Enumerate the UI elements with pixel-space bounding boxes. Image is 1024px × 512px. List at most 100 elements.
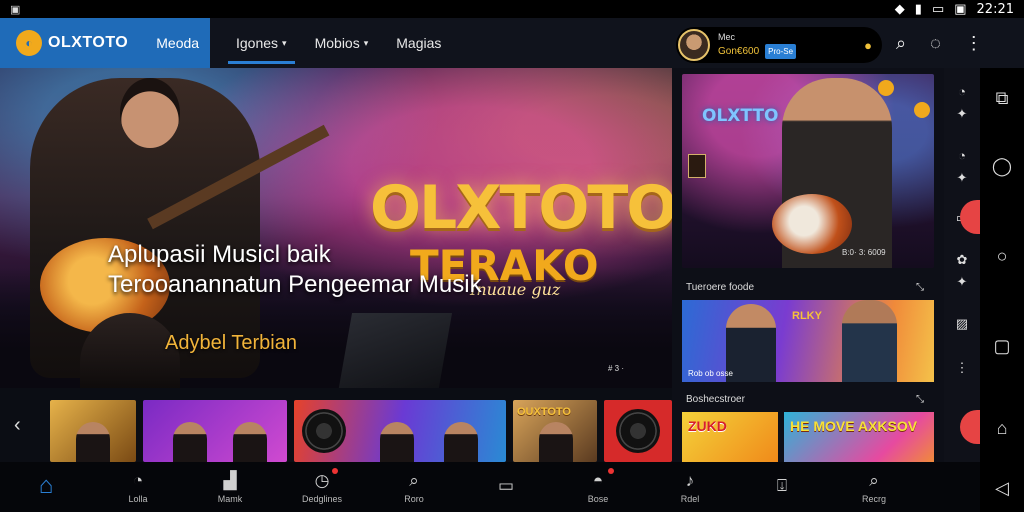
thumbnail-card[interactable] bbox=[604, 400, 672, 462]
download-icon[interactable]: ▨ bbox=[944, 316, 980, 332]
content-card-row: ZUKD HE MOVE AXKSOV bbox=[682, 412, 934, 462]
mixer-image bbox=[337, 313, 453, 388]
search-icon[interactable]: ⌕ bbox=[896, 33, 906, 54]
cast-icon: ▣ bbox=[954, 1, 967, 16]
search-icon: ⌕ bbox=[409, 471, 419, 490]
featured-title: OLXTTO bbox=[702, 106, 779, 126]
bottom-nav-recrg[interactable]: ⌕ Recrg bbox=[828, 462, 920, 512]
status-clock: 22:21 bbox=[976, 1, 1014, 17]
settings-icon[interactable]: ◌ bbox=[930, 33, 941, 54]
screenshot-icon[interactable]: ⧉ bbox=[980, 88, 1024, 109]
side-rail: ◔ ✦ ◔ ✦ ▭ ✿ ✦ ▨ ⋮ bbox=[944, 68, 980, 462]
more-vertical-icon[interactable]: ⋮ bbox=[965, 33, 983, 54]
featured-card[interactable]: OLXTTO B:0· 3: 6009 bbox=[682, 74, 934, 268]
tab-mobios[interactable]: Mobios ▾ bbox=[301, 18, 383, 68]
badge-icon bbox=[878, 80, 894, 96]
nav-tabs: Igones ▾ Mobios ▾ Magias bbox=[222, 18, 455, 68]
search-icon: ⌕ bbox=[869, 471, 879, 490]
clock-icon[interactable]: ◔ bbox=[944, 148, 980, 163]
system-nav-column: ⧉ ◯ ○ ▢ ⌂ ◁ bbox=[980, 68, 1024, 512]
badge-icon bbox=[914, 102, 930, 118]
tab-igones[interactable]: Igones ▾ bbox=[222, 18, 301, 68]
battery-icon: ▭ bbox=[931, 1, 945, 16]
location-pin-icon[interactable]: ● bbox=[864, 38, 872, 53]
content-card[interactable]: ZUKD bbox=[682, 412, 778, 462]
recents-icon[interactable]: ▢ bbox=[980, 336, 1024, 357]
power-icon[interactable]: ◯ bbox=[980, 156, 1024, 177]
home-circle-icon[interactable]: ○ bbox=[980, 246, 1024, 267]
bottom-nav-home[interactable]: ⌂ bbox=[0, 462, 92, 512]
card-footer: Rob ob osse bbox=[688, 369, 733, 378]
brand-block[interactable]: ◐ OLXTOTO Meoda bbox=[0, 18, 210, 68]
notification-dot bbox=[332, 468, 338, 474]
tabs-icon: ▭ bbox=[497, 476, 515, 495]
avatar[interactable] bbox=[678, 29, 710, 61]
home-icon: ⌂ bbox=[38, 472, 54, 499]
chevron-down-icon: ▾ bbox=[363, 37, 369, 48]
expand-icon[interactable]: ⤡ bbox=[916, 282, 924, 293]
featured-guitar-image bbox=[772, 194, 852, 254]
library-icon: ▟ bbox=[223, 471, 237, 490]
notification-tab[interactable] bbox=[960, 410, 980, 444]
star-icon[interactable]: ✦ bbox=[944, 170, 980, 186]
right-panel: OLXTTO B:0· 3: 6009 Tueroere foode ⤡ RLK… bbox=[672, 68, 944, 462]
star-icon[interactable]: ✦ bbox=[944, 106, 980, 122]
clock-icon[interactable]: ◔ bbox=[944, 84, 980, 99]
chevron-left-icon[interactable]: ‹ bbox=[14, 414, 21, 437]
hero-banner[interactable]: OLXTOTO TERAKO Inuaue guz Aplupasii Musi… bbox=[0, 68, 672, 388]
brand-logo-icon: ◐ bbox=[16, 30, 42, 56]
chevron-down-icon: ▾ bbox=[282, 37, 287, 48]
content-card[interactable]: HE MOVE AXKSOV bbox=[784, 412, 934, 462]
bottom-nav-roro[interactable]: ⌕ Roro bbox=[368, 462, 460, 512]
featured-code: B:0· 3: 6009 bbox=[842, 248, 886, 257]
tab-meoda[interactable]: Meoda bbox=[156, 35, 199, 51]
bottom-nav-lolla[interactable]: ◔ Lolla bbox=[92, 462, 184, 512]
notification-dot bbox=[608, 468, 614, 474]
thumbnail-rail: ‹ OUXTOTO bbox=[0, 388, 672, 462]
gear-icon[interactable]: ✿ bbox=[944, 252, 980, 268]
hero-logo: OLXTOTO bbox=[370, 173, 672, 243]
card-tag: RLKY bbox=[792, 310, 822, 322]
section-header: Tueroere foode ⤡ bbox=[686, 282, 924, 293]
bookmark-icon[interactable] bbox=[688, 154, 706, 178]
signal-icon: ▮ bbox=[914, 1, 922, 16]
bottom-nav-bose[interactable]: ◓ Bose bbox=[552, 462, 644, 512]
star-icon[interactable]: ✦ bbox=[944, 274, 980, 290]
section-header: Boshecstroer ⤡ bbox=[686, 394, 924, 405]
thumbnail-card[interactable] bbox=[294, 400, 506, 462]
back-icon[interactable]: ◁ bbox=[980, 478, 1024, 499]
top-navigation: ◐ OLXTOTO Meoda Igones ▾ Mobios ▾ Magias… bbox=[0, 18, 1024, 68]
more-vertical-icon[interactable]: ⋮ bbox=[944, 360, 980, 376]
hero-headline: Aplupasii Musicl baik Terooanannatun Pen… bbox=[108, 241, 482, 298]
bottom-nav-dedglines[interactable]: ◷ Dedglines bbox=[276, 462, 368, 512]
profile-coins: Gon€600 bbox=[718, 46, 760, 57]
notification-icon: ▣ bbox=[10, 3, 21, 16]
hero-logo-tag: Inuaue guz bbox=[470, 280, 561, 299]
message-icon: ◷ bbox=[314, 471, 330, 490]
thumbnail-card[interactable] bbox=[143, 400, 287, 462]
bottom-nav-mamk[interactable]: ▟ Mamk bbox=[184, 462, 276, 512]
profile-pill[interactable]: Mec Gon€600 Pro-Se ● bbox=[676, 27, 882, 63]
upload-icon: ⍗ bbox=[776, 476, 788, 495]
content-card[interactable]: RLKY Rob ob osse bbox=[682, 300, 934, 382]
disc-icon: ◓ bbox=[592, 471, 604, 490]
profile-badge: Pro-Se bbox=[765, 44, 797, 59]
hero-tagline: Adybel Terbian bbox=[165, 332, 297, 354]
thumbnail-card[interactable] bbox=[50, 400, 136, 462]
status-bar: ▣ ◆ ▮ ▭ ▣ 22:21 bbox=[0, 0, 1024, 18]
music-note-icon: ♪ bbox=[685, 471, 695, 490]
tab-magias[interactable]: Magias bbox=[382, 18, 455, 68]
wifi-icon: ◆ bbox=[894, 1, 905, 16]
bottom-navigation: ⌂ ◔ Lolla ▟ Mamk ◷ Dedglines ⌕ Roro ▭ ◓ … bbox=[0, 462, 980, 512]
thumbnail-card[interactable]: OUXTOTO bbox=[513, 400, 597, 462]
home-icon[interactable]: ⌂ bbox=[980, 418, 1024, 439]
hero-footnote: # 3 · bbox=[608, 364, 625, 373]
profile-name: Mec bbox=[718, 32, 736, 42]
brand-name: OLXTOTO bbox=[48, 34, 129, 51]
clock-icon: ◔ bbox=[132, 471, 144, 490]
bottom-nav-rdel[interactable]: ♪ Rdel bbox=[644, 462, 736, 512]
bottom-nav-upload[interactable]: ⍗ bbox=[736, 462, 828, 512]
notification-tab[interactable] bbox=[960, 200, 980, 234]
bottom-nav-tabs[interactable]: ▭ bbox=[460, 462, 552, 512]
expand-icon[interactable]: ⤡ bbox=[916, 394, 924, 405]
